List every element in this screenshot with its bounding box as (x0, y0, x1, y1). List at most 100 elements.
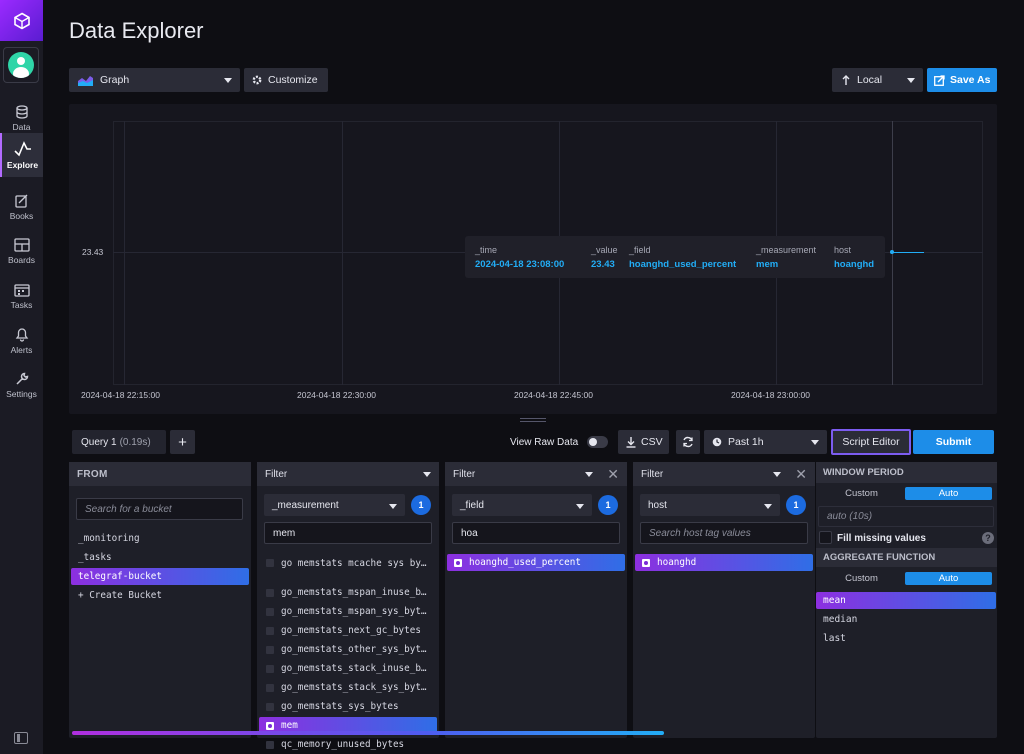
bell-icon (15, 327, 28, 342)
sidebar-item-boards[interactable]: Boards (0, 229, 43, 273)
checkbox (266, 645, 274, 654)
save-as-button[interactable]: Save As (927, 68, 997, 92)
page-title: Data Explorer (69, 18, 204, 43)
time-range-label: Past 1h (728, 436, 764, 448)
save-as-label: Save As (950, 74, 991, 86)
influxdb-logo[interactable] (0, 0, 43, 41)
time-range-dropdown[interactable]: Past 1h (704, 430, 827, 454)
script-editor-button[interactable]: Script Editor (831, 429, 911, 455)
customize-button[interactable]: Customize (244, 68, 328, 92)
auto-tab[interactable]: Auto (905, 487, 992, 500)
timezone-dropdown[interactable]: Local (832, 68, 923, 92)
calendar-icon (13, 283, 30, 297)
selected-count-badge: 1 (598, 495, 618, 515)
filter-value-label: go_memstats_mspan_sys_byt… (281, 606, 427, 617)
chevron-down-icon (811, 440, 819, 445)
refresh-button[interactable] (676, 430, 700, 454)
filter-value-item[interactable]: go_memstats_mspan_inuse_b… (259, 584, 437, 601)
window-period-header: WINDOW PERIOD (816, 462, 997, 483)
sidebar-item-books[interactable]: Books (0, 185, 43, 229)
filter-header[interactable]: Filter ✕ (633, 462, 815, 486)
sidebar-item-tasks[interactable]: Tasks (0, 274, 43, 318)
filter-search-input[interactable]: hoa (452, 522, 620, 544)
window-period-input[interactable]: auto (10s) (818, 506, 994, 527)
close-icon[interactable]: ✕ (795, 467, 807, 481)
sidebar-collapse-button[interactable] (14, 732, 28, 744)
add-query-button[interactable]: + (170, 430, 195, 454)
submit-button[interactable]: Submit (913, 430, 994, 454)
wrench-icon (15, 372, 28, 385)
filter-value-item[interactable]: go_memstats_stack_sys_byt… (259, 679, 437, 696)
tooltip-value: mem (756, 259, 779, 270)
filter-key-dropdown[interactable]: _field (452, 494, 592, 516)
avatar (8, 52, 34, 78)
user-avatar-button[interactable] (3, 47, 39, 83)
filter-value-item[interactable]: go_memstats_sys_bytes (259, 698, 437, 715)
checkbox-checked (642, 558, 650, 567)
checkbox (266, 664, 274, 673)
view-raw-data-toggle[interactable] (587, 436, 608, 448)
graph-type-icon (78, 75, 93, 86)
query-time: (0.19s) (119, 436, 151, 448)
tooltip-header: _field (629, 245, 651, 255)
chevron-down-icon (773, 472, 781, 477)
filter-value-item[interactable]: go_memstats_mspan_sys_byt… (259, 603, 437, 620)
view-type-label: Graph (100, 74, 130, 86)
custom-tab[interactable]: Custom (818, 572, 905, 585)
bucket-item-selected[interactable]: telegraf-bucket (71, 568, 249, 585)
filter-header[interactable]: Filter (257, 462, 439, 486)
filter-search-input[interactable]: mem (264, 522, 432, 544)
filter-value-selected[interactable]: hoanghd_used_percent (447, 554, 625, 571)
tooltip-value: 23.43 (591, 259, 615, 270)
horizontal-scrollbar[interactable] (72, 731, 664, 735)
data-point (890, 250, 894, 254)
customize-label: Customize (268, 74, 318, 86)
chevron-down-icon (907, 78, 915, 83)
y-tick-label: 23.43 (82, 247, 104, 257)
chevron-down-icon (389, 504, 397, 509)
filter-header[interactable]: Filter ✕ (445, 462, 627, 486)
view-raw-data-label: View Raw Data (510, 437, 579, 448)
aggregate-toggle[interactable]: Custom Auto (818, 572, 992, 585)
filter-value-label: mem (281, 720, 298, 731)
filter-key-dropdown[interactable]: host (640, 494, 780, 516)
filter-value-item[interactable]: go_memstats_stack_inuse_b… (259, 660, 437, 677)
sidebar-item-settings[interactable]: Settings (0, 363, 43, 407)
tooltip-header: host (834, 245, 852, 255)
aggregate-function-item[interactable]: last (816, 630, 996, 647)
chevron-down-icon (576, 504, 584, 509)
filter-value-item[interactable]: go_memstats_other_sys_byt… (259, 641, 437, 658)
submit-label: Submit (935, 436, 972, 448)
filter-value-item[interactable]: qc_memory_unused_bytes (259, 736, 437, 753)
filter-value-item[interactable]: go_memstats_next_gc_bytes (259, 622, 437, 639)
window-period-toggle[interactable]: Custom Auto (818, 487, 992, 500)
aggregate-function-selected[interactable]: mean (816, 592, 996, 609)
create-bucket-link[interactable]: + Create Bucket (71, 587, 249, 604)
csv-button[interactable]: CSV (618, 430, 669, 454)
custom-tab[interactable]: Custom (818, 487, 905, 500)
sidebar-item-alerts[interactable]: Alerts (0, 318, 43, 362)
sidebar-item-explore[interactable]: Explore (0, 133, 43, 177)
sidebar-item-label: Boards (8, 254, 35, 265)
bucket-item[interactable]: _tasks (71, 549, 249, 566)
filter-value-selected[interactable]: hoanghd (635, 554, 813, 571)
host-search-input[interactable]: Search host tag values (640, 522, 808, 544)
auto-tab[interactable]: Auto (905, 572, 992, 585)
filter-header-label: Filter (453, 468, 476, 480)
bucket-item[interactable]: _monitoring (71, 530, 249, 547)
query-tab[interactable]: Query 1 (0.19s) (72, 430, 166, 454)
clock-icon (712, 437, 722, 447)
filter-key-dropdown[interactable]: _measurement (264, 494, 405, 516)
checkbox (266, 626, 274, 635)
checkbox (266, 702, 274, 711)
view-type-dropdown[interactable]: Graph (69, 68, 240, 92)
help-icon[interactable]: ? (982, 532, 994, 544)
close-icon[interactable]: ✕ (607, 467, 619, 481)
bucket-search-input[interactable]: Search for a bucket (76, 498, 243, 520)
resize-handle[interactable] (520, 418, 546, 422)
filter-value-item[interactable]: go_memstats_mcache_sys_by… (259, 558, 437, 568)
fill-missing-checkbox[interactable] (819, 531, 832, 544)
chevron-down-icon (224, 78, 232, 83)
filter-key-label: _field (460, 499, 484, 511)
aggregate-function-item[interactable]: median (816, 611, 996, 628)
